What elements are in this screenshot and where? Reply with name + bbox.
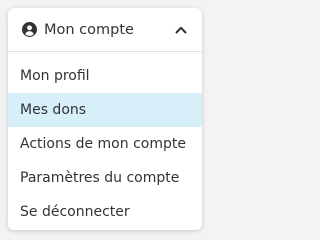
account-menu-toggle[interactable]: Mon compte	[8, 8, 202, 52]
menu-item-mon-profil[interactable]: Mon profil	[8, 59, 202, 93]
menu-item-mes-dons[interactable]: Mes dons	[8, 93, 202, 127]
menu-item-parametres-du-compte[interactable]: Paramètres du compte	[8, 161, 202, 195]
menu-item-se-deconnecter[interactable]: Se déconnecter	[8, 195, 202, 229]
user-circle-icon	[22, 22, 37, 37]
account-menu-label: Mon compte	[44, 21, 134, 38]
menu-item-actions-de-mon-compte[interactable]: Actions de mon compte	[8, 127, 202, 161]
account-dropdown: Mon compte Mon profil Mes dons Actions d…	[8, 8, 202, 230]
chevron-up-icon	[174, 23, 188, 37]
account-menu-list: Mon profil Mes dons Actions de mon compt…	[8, 59, 202, 229]
